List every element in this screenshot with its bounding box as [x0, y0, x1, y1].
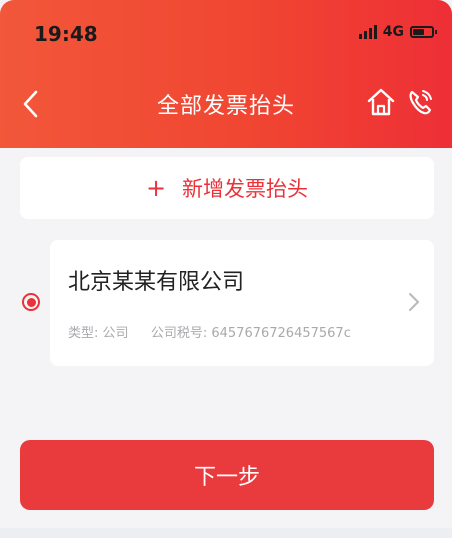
signal-bars-icon	[358, 25, 377, 39]
bottom-divider	[0, 528, 452, 538]
status-time: 19:48	[34, 22, 98, 46]
status-indicators: 4G	[358, 24, 437, 40]
chevron-right-icon	[409, 293, 419, 311]
home-icon[interactable]	[366, 86, 396, 118]
radio-selected-dot	[26, 297, 36, 307]
company-name: 北京某某有限公司	[68, 270, 245, 295]
tax-label: 公司税号:	[150, 326, 208, 341]
invoice-header-radio[interactable]	[22, 293, 40, 311]
nav-header: 19:48 4G 全部发票抬头	[0, 0, 452, 148]
next-step-button[interactable]: 下一步	[20, 440, 434, 510]
add-invoice-header-label: 新增发票抬头	[182, 177, 309, 201]
company-meta: 类型: 公司 公司税号: 6457676726457567c	[68, 322, 351, 341]
battery-icon	[410, 26, 437, 38]
invoice-header-card[interactable]: 北京某某有限公司 类型: 公司 公司税号: 6457676726457567c	[50, 240, 434, 366]
plus-icon: +	[145, 174, 167, 202]
type-value: 公司	[102, 326, 129, 341]
phone-icon[interactable]	[406, 86, 436, 118]
network-type: 4G	[382, 24, 404, 40]
tax-value: 6457676726457567c	[211, 326, 351, 341]
add-invoice-header-button[interactable]: + 新增发票抬头	[20, 157, 434, 219]
type-label: 类型:	[68, 326, 99, 341]
